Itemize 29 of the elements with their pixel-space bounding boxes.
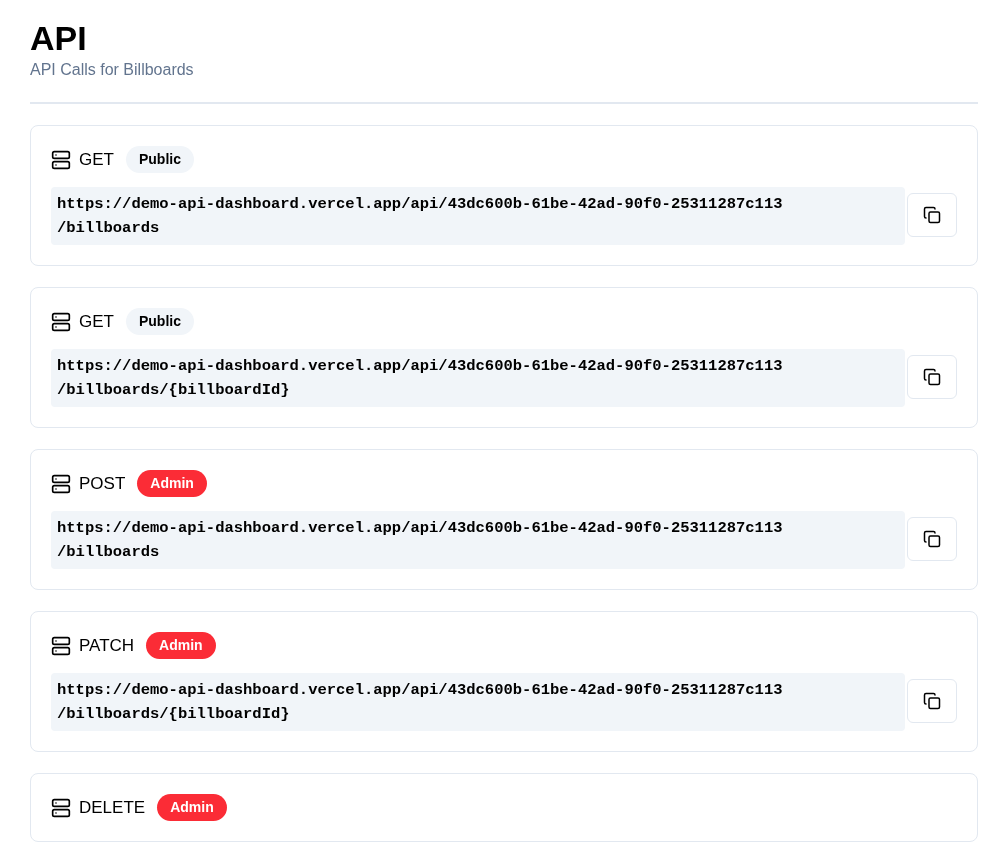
method-label: GET [79,310,114,333]
server-icon [51,311,71,332]
endpoint-url: https://demo-api-dashboard.vercel.app/api/43dc600b-61be-42ad-90f0-25311287c113 /billboards/{billboardId} [51,673,906,731]
page-title: API [30,18,87,58]
server-icon [51,797,71,818]
page-subtitle: API Calls for Billboards [30,60,194,80]
method-label: POST [79,472,126,495]
copy-icon [923,368,942,386]
server-icon [51,473,71,494]
access-badge: Admin [146,632,216,659]
access-badge: Admin [137,470,207,497]
method-label: GET [79,148,114,171]
copy-button[interactable] [907,193,957,237]
copy-icon [923,530,942,548]
copy-button[interactable] [907,517,957,561]
server-icon [51,635,71,656]
method-label: DELETE [79,796,146,819]
copy-button[interactable] [907,679,957,723]
access-badge: Public [125,146,194,173]
access-badge: Admin [157,794,227,821]
endpoint-url: https://demo-api-dashboard.vercel.app/api/43dc600b-61be-42ad-90f0-25311287c113 /billboards [51,187,906,245]
copy-icon [923,692,942,710]
copy-icon [923,206,942,224]
method-label: PATCH [79,634,135,657]
server-icon [51,149,71,170]
endpoint-url: https://demo-api-dashboard.vercel.app/api/43dc600b-61be-42ad-90f0-25311287c113 /billboards/{billboardId} [51,349,906,407]
access-badge: Public [125,308,194,335]
endpoint-url: https://demo-api-dashboard.vercel.app/api/43dc600b-61be-42ad-90f0-25311287c113 /billboards [51,511,906,569]
copy-button[interactable] [907,355,957,399]
